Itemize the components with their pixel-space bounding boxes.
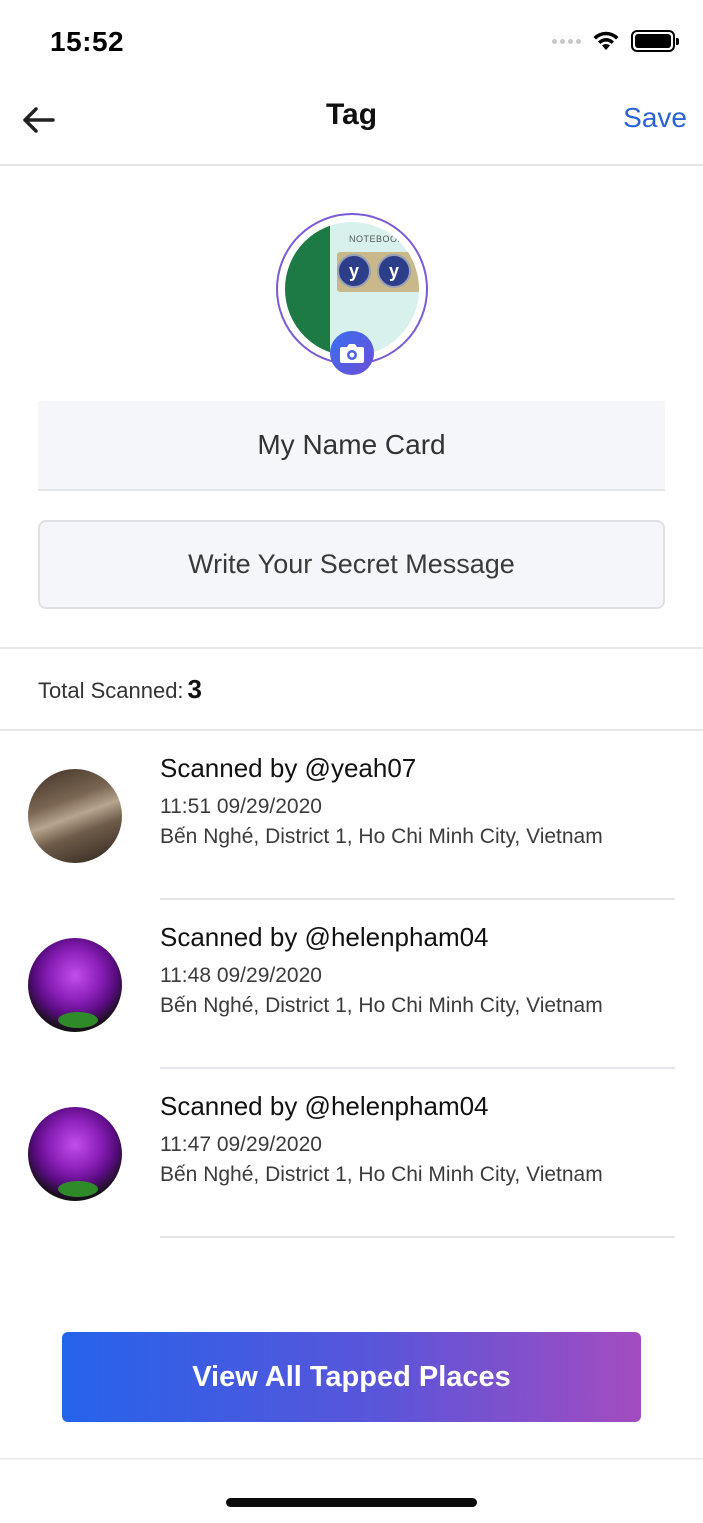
divider xyxy=(0,1458,703,1460)
scan-title: Scanned by @helenpham04 xyxy=(160,922,489,952)
scan-title: Scanned by @helenpham04 xyxy=(160,1091,489,1121)
scanner-avatar xyxy=(28,938,122,1032)
total-scanned-label: Total Scanned: xyxy=(38,678,184,703)
list-separator xyxy=(160,1236,675,1238)
scan-time: 11:47 09/29/2020 xyxy=(160,1133,322,1156)
home-indicator[interactable] xyxy=(226,1498,477,1507)
scanner-avatar xyxy=(28,769,122,863)
total-scanned: Total Scanned: 3 xyxy=(38,674,202,705)
page-title: Tag xyxy=(325,98,378,131)
avatar-notebook-text: NOTEBOOK xyxy=(349,234,405,244)
status-bar: 15:52 xyxy=(0,0,703,80)
cellular-signal-icon xyxy=(552,38,581,44)
battery-icon xyxy=(631,30,679,52)
scan-location: Bến Nghé, District 1, Ho Chi Minh City, … xyxy=(160,1163,603,1186)
status-time: 15:52 xyxy=(50,26,125,57)
save-button[interactable]: Save xyxy=(623,102,687,134)
change-photo-button[interactable] xyxy=(330,331,374,375)
nav-bar: Tag Save xyxy=(0,80,703,166)
scan-list-item[interactable]: Scanned by @helenpham04 11:48 09/29/2020… xyxy=(0,900,703,1069)
view-all-tapped-places-button[interactable]: View All Tapped Places xyxy=(62,1332,641,1422)
scan-list-item[interactable]: Scanned by @yeah07 11:51 09/29/2020 Bến … xyxy=(0,731,703,900)
scan-time: 11:51 09/29/2020 xyxy=(160,795,322,818)
status-icons xyxy=(552,30,679,52)
camera-icon xyxy=(340,344,364,363)
scan-location: Bến Nghé, District 1, Ho Chi Minh City, … xyxy=(160,994,603,1017)
secret-message-input[interactable]: Write Your Secret Message xyxy=(38,520,665,609)
divider xyxy=(0,647,703,649)
card-name-field[interactable]: My Name Card xyxy=(38,401,665,491)
total-scanned-value: 3 xyxy=(187,674,203,704)
scan-title: Scanned by @yeah07 xyxy=(160,753,417,783)
scan-location: Bến Nghé, District 1, Ho Chi Minh City, … xyxy=(160,825,603,848)
scan-time: 11:48 09/29/2020 xyxy=(160,964,322,987)
wifi-icon xyxy=(593,31,619,50)
scanner-avatar xyxy=(28,1107,122,1201)
scan-list-item[interactable]: Scanned by @helenpham04 11:47 09/29/2020… xyxy=(0,1069,703,1238)
